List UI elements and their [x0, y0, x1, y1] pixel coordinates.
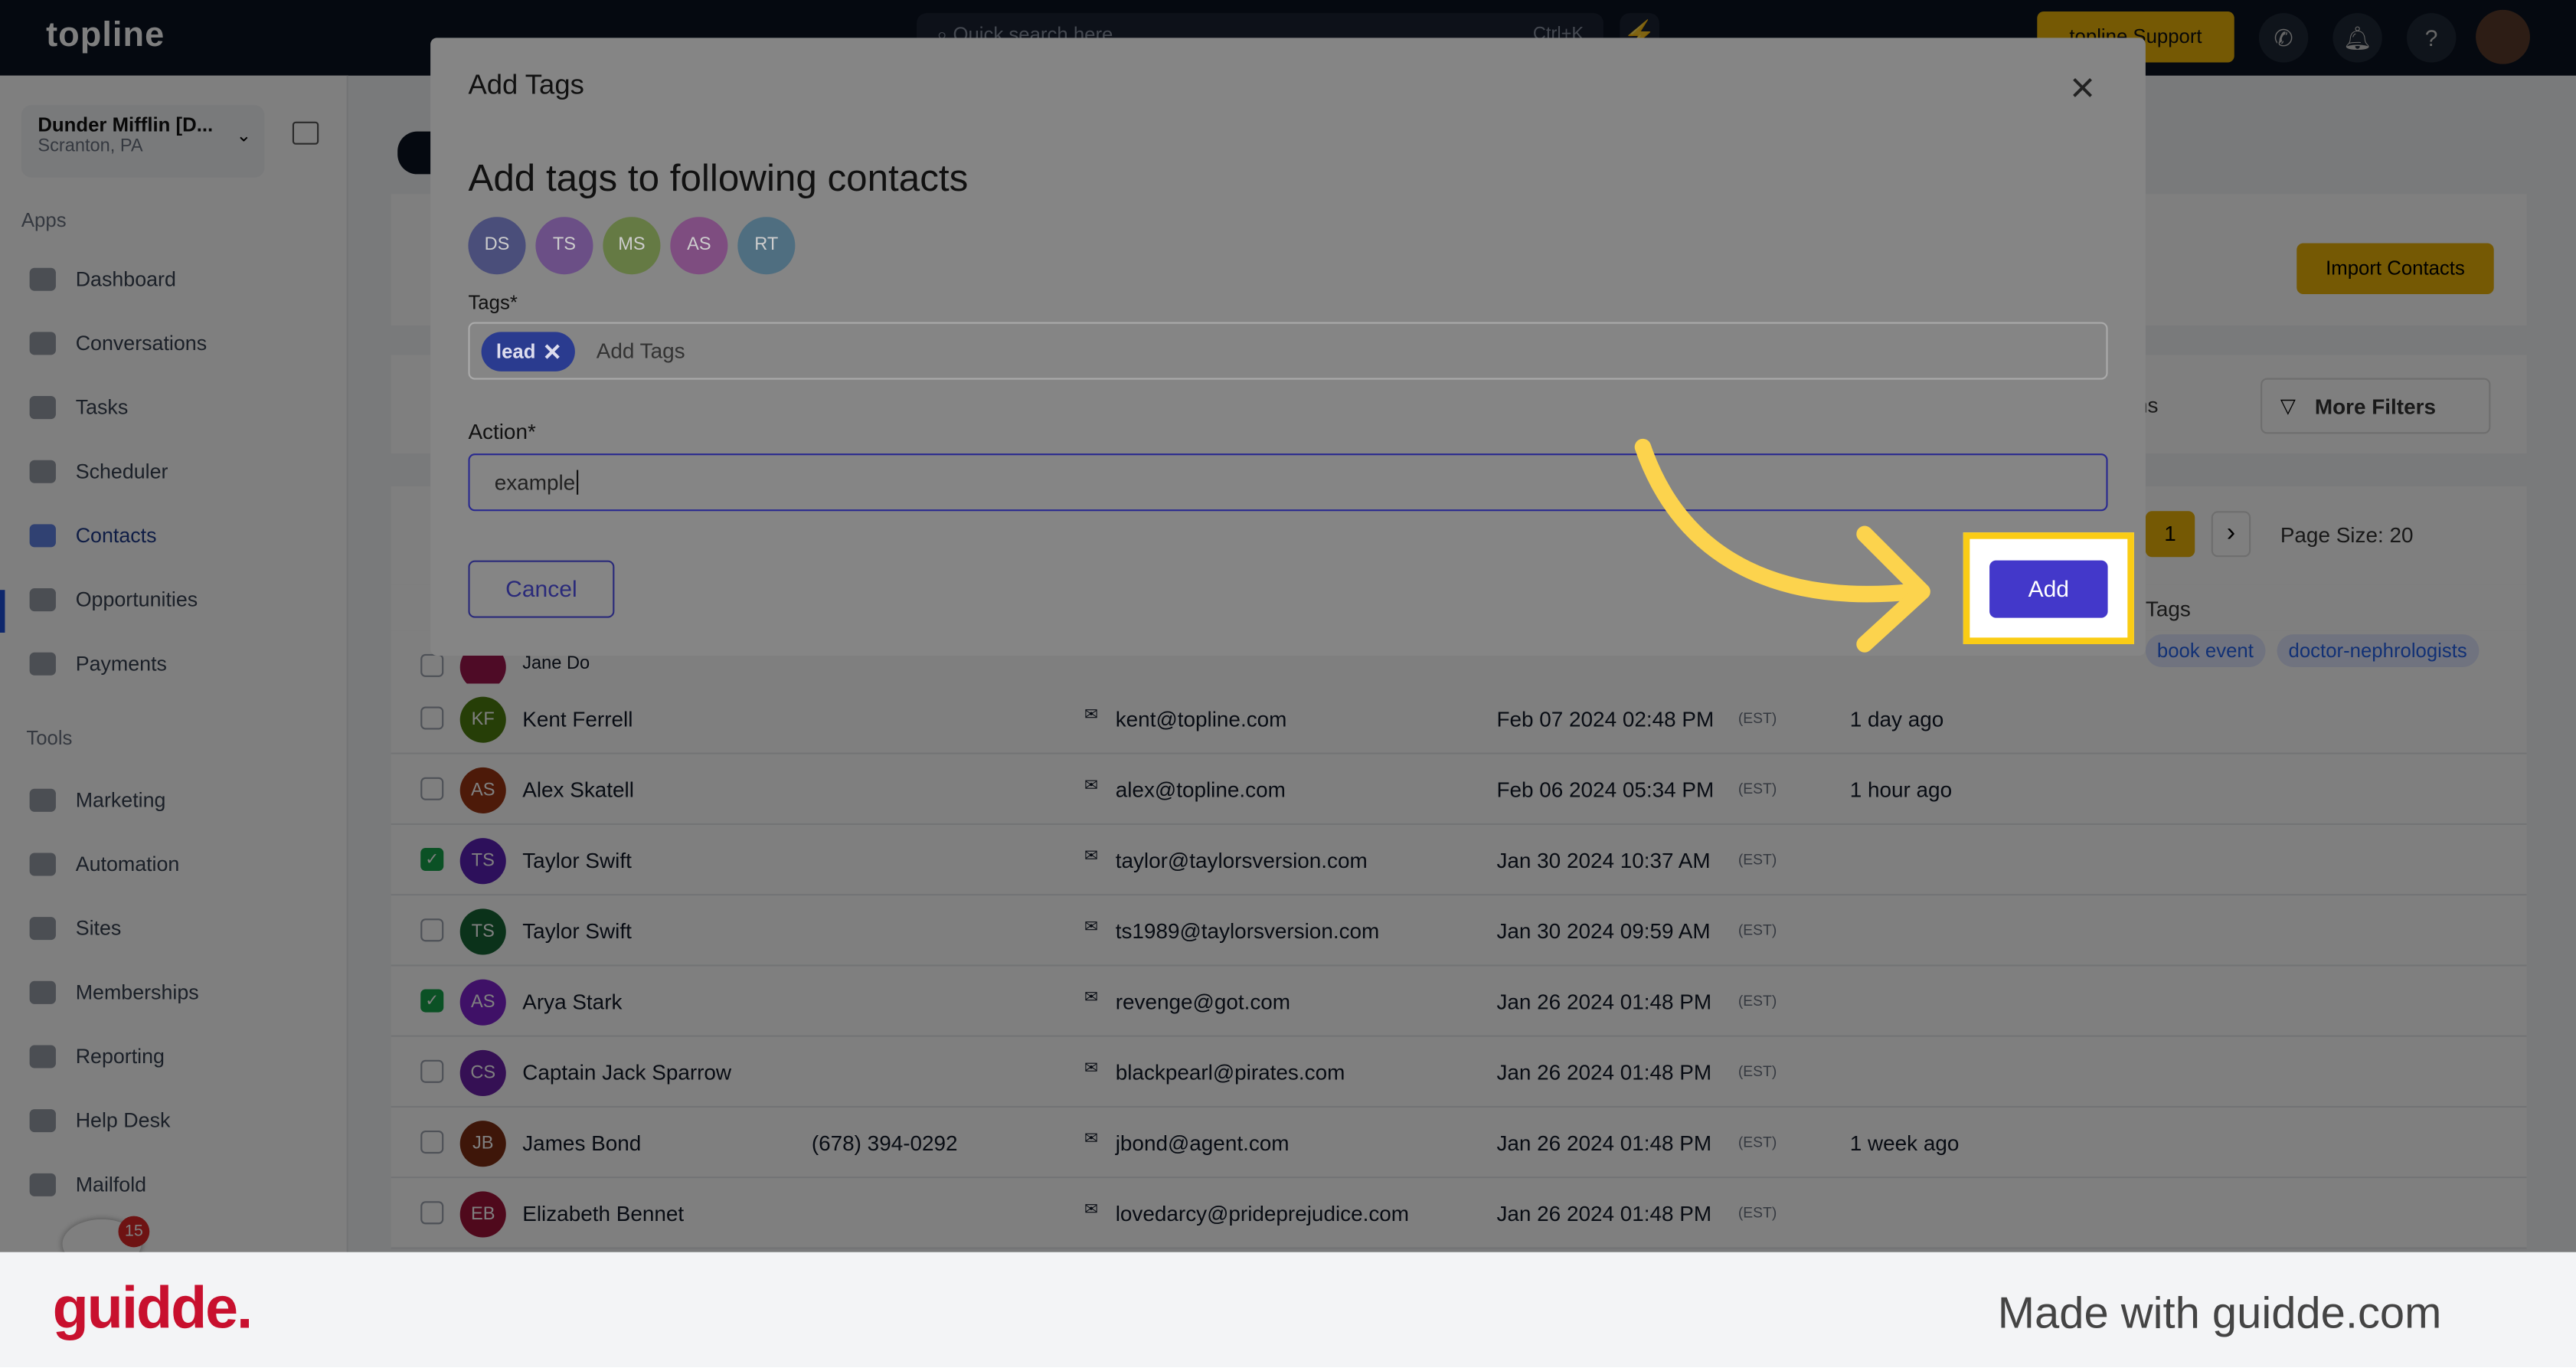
selected-contact-avatar: RT [737, 217, 796, 275]
cancel-button[interactable]: Cancel [468, 560, 615, 618]
selected-contact-avatar: TS [535, 217, 593, 275]
add-button[interactable]: Add [1989, 560, 2108, 618]
arrow-curve [1634, 438, 1923, 603]
selected-contact-avatar: DS [468, 217, 526, 275]
action-label: Action* [468, 419, 536, 444]
tags-label: Tags* [468, 290, 518, 314]
selected-contact-avatar: MS [603, 217, 661, 275]
made-with-text: Made with guidde.com [1997, 1288, 2442, 1338]
text-cursor [577, 470, 579, 495]
tag-chip: lead ✕ [481, 332, 575, 371]
selected-contact-avatar: AS [670, 217, 728, 275]
close-icon[interactable]: × [2070, 66, 2095, 109]
modal-subtitle: Add tags to following contacts [468, 155, 969, 199]
tags-placeholder: Add Tags [596, 338, 685, 364]
guidde-logo: guidde. [52, 1273, 253, 1341]
tags-input[interactable]: lead ✕ Add Tags [468, 322, 2108, 380]
tag-chip-label: lead [495, 340, 536, 364]
pointer-arrow [1634, 438, 1930, 653]
modal-title: Add Tags [468, 69, 584, 100]
remove-tag-icon[interactable]: ✕ [543, 332, 562, 371]
action-value: example [494, 470, 576, 495]
selected-contacts: DS TS MS AS RT [468, 217, 796, 275]
